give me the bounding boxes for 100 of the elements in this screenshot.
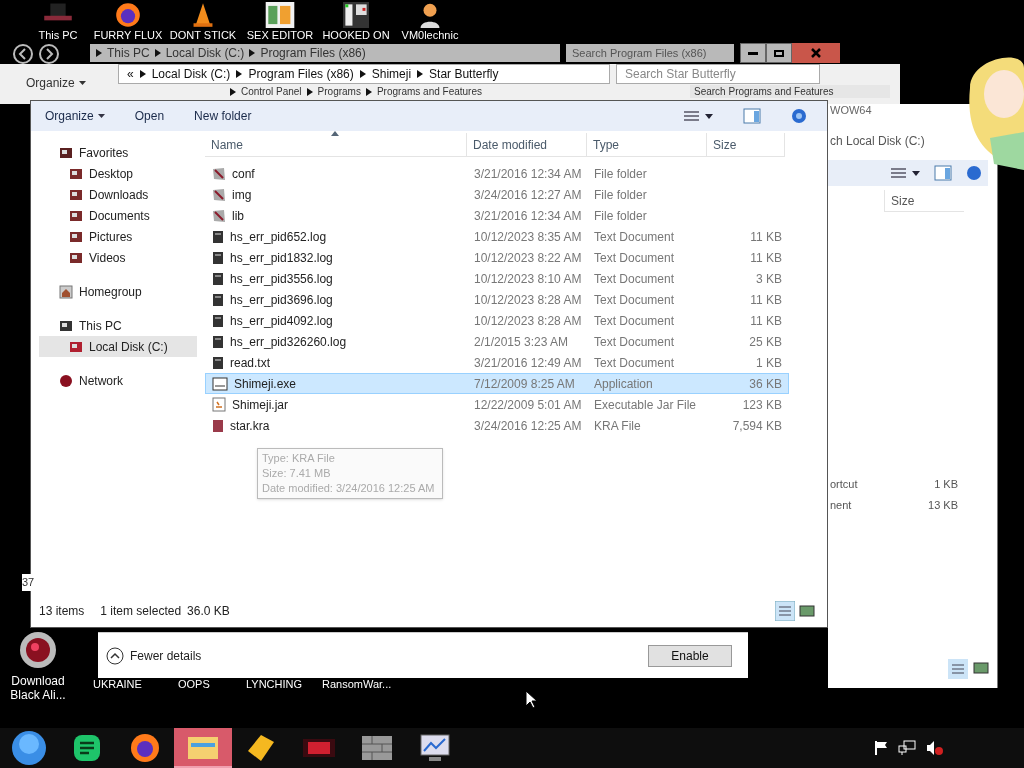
thumbnail-view-icon[interactable] [972,659,990,677]
column-header[interactable]: Name [205,133,467,157]
speaker-muted-icon[interactable] [926,740,944,756]
nav-item[interactable]: Videos [39,247,197,268]
column-header[interactable]: Type [587,133,707,157]
breadcrumb-item[interactable]: Programs and Features [376,86,482,98]
fewer-details-toggle[interactable]: Fewer details [106,646,202,665]
breadcrumb-arrow-icon [236,70,243,78]
breadcrumb-item[interactable]: Star Butterfly [429,65,499,83]
breadcrumb-item[interactable]: Programs [317,86,361,98]
close-icon [811,48,821,58]
document-icon [212,271,224,286]
table-cell-text: 10/12/2023 8:28 AM [473,312,583,330]
file-row[interactable]: hs_err_pid4092.log 10/12/2023 8:28 AM Text Document 11 KB [205,310,789,331]
table-cell-text: 11 KB [749,228,782,246]
file-row[interactable]: hs_err_pid1832.log 10/12/2023 8:22 AM Text Document 11 KB [205,247,789,268]
desktop-icon-label[interactable]: FURRY FLUX [93,29,163,41]
file-row[interactable]: hs_err_pid326260.log 2/1/2015 3:23 AM Text Document 25 KB [205,331,789,352]
folder-icon [69,187,83,202]
nav-item[interactable]: Downloads [39,184,197,205]
help-icon[interactable] [791,108,807,124]
address-bar[interactable]: This PC Local Disk (C:) Program Files (x86) [90,44,560,62]
file-name: read.txt [230,354,271,372]
breadcrumb-item[interactable]: Local Disk (C:) [165,44,245,62]
nav-item[interactable]: Pictures [39,226,197,247]
back-icon[interactable] [12,43,34,65]
forward-icon[interactable] [38,43,60,65]
browser-icon [130,733,160,763]
desktop-icon-label[interactable]: VM0lechnic [401,29,459,41]
desktop-icon-label[interactable]: DONT STICK [169,29,237,41]
search-field[interactable]: Search Program Files (x86) [566,44,734,62]
desktop-icon-label[interactable]: OOPS [178,678,210,690]
desktop-icon-label[interactable]: LYNCHING [246,678,303,690]
breadcrumb-arrow-icon [154,49,161,57]
toolbar-button[interactable]: New folder [194,107,252,125]
help-icon[interactable] [966,165,982,181]
nav-item[interactable]: This PC [39,316,197,336]
column-header[interactable]: Date modified [467,133,587,157]
file-row[interactable]: Shimeji.exe 7/12/2009 8:25 AM Application 36 KB [205,373,789,394]
file-name: img [232,186,252,204]
table-cell-text: KRA File [593,417,642,435]
breadcrumb-item[interactable]: Program Files (x86) [248,65,354,83]
breadcrumb-item[interactable]: Shimeji [371,65,412,83]
enable-button[interactable]: Enable [648,644,732,667]
file-row[interactable]: conf 3/21/2016 12:34 AM File folder [205,163,789,184]
tooltip-line: Type: KRA File [262,451,336,466]
desktop-icon-label[interactable]: This PC [38,29,78,41]
desktop-icon-label[interactable]: SEX EDITOR [246,29,314,41]
sort-arrow-icon [331,131,339,136]
file-row[interactable]: Shimeji.jar 12/22/2009 5:01 AM Executable Jar File 123 KB [205,394,789,415]
desktop-icon-label[interactable]: RansomWar... [322,678,392,690]
breadcrumb-item[interactable]: Control Panel [241,86,302,98]
preview-pane-icon[interactable] [934,165,952,181]
flag-icon[interactable] [874,740,888,756]
nav-item[interactable]: Network [39,371,197,391]
file-row[interactable]: star.kra 3/24/2016 12:25 AM KRA File 7,594 KB [205,415,789,436]
overflow-chevron[interactable]: « [127,65,134,83]
file-row[interactable]: read.txt 3/21/2016 12:49 AM Text Document 1 KB [205,352,789,373]
breadcrumb-arrow-icon [417,70,424,78]
file-row[interactable]: hs_err_pid3696.log 10/12/2023 8:28 AM Text Document 11 KB [205,289,789,310]
thumbnail-view-icon[interactable] [799,603,815,619]
nav-item[interactable]: Favorites [39,143,197,163]
file-row[interactable]: lib 3/21/2016 12:34 AM File folder [205,205,789,226]
search-field[interactable]: ch Local Disk (C:) [830,132,960,150]
desktop-icon-label[interactable]: Download Black Ali... [4,674,72,702]
file-name: Shimeji.exe [234,375,297,393]
organize-menu[interactable]: Organize [26,74,75,92]
toolbar-button[interactable]: Organize [45,107,105,125]
file-row[interactable]: img 3/24/2016 12:27 AM File folder [205,184,789,205]
minimize-button[interactable] [740,43,766,63]
desktop-icon-label[interactable]: UKRAINE [93,678,142,690]
table-cell-text: 12/22/2009 5:01 AM [473,396,583,414]
file-row[interactable]: hs_err_pid3556.log 10/12/2023 8:10 AM Text Document 3 KB [205,268,789,289]
toolbar-button[interactable]: Open [134,107,165,125]
nav-item[interactable]: Homegroup [39,282,197,302]
table-cell-text: 123 KB [741,396,782,414]
table-cell-text: 3/21/2016 12:34 AM [473,207,583,225]
cursor-icon [525,690,537,709]
nav-item[interactable]: Local Disk (C:) [39,336,197,357]
nav-item[interactable]: Desktop [39,163,197,184]
preview-pane-icon[interactable] [743,108,761,124]
breadcrumb-item[interactable]: Local Disk (C:) [151,65,231,83]
table-cell-text: ortcut [830,477,858,492]
network-icon[interactable] [898,740,916,756]
nav-item[interactable]: Documents [39,205,197,226]
maximize-button[interactable] [766,43,792,63]
search-field[interactable]: Search Star Butterfly [616,64,820,84]
address-bar[interactable]: « Local Disk (C:) Program Files (x86) Shimeji Star Butterfly [118,64,610,84]
breadcrumb-item[interactable]: Program Files (x86) [260,44,366,62]
file-row[interactable]: hs_err_pid652.log 10/12/2023 8:35 AM Text Document 11 KB [205,226,789,247]
view-options-icon[interactable] [890,167,920,179]
tooltip-line: Size: 7.41 MB [262,466,332,481]
column-header[interactable]: Size [707,133,785,157]
column-header[interactable]: Size [884,190,964,212]
view-options-icon[interactable] [683,110,713,122]
breadcrumb-item[interactable]: This PC [107,44,150,62]
table-cell-text: 3/24/2016 12:27 AM [473,186,583,204]
close-button[interactable] [792,43,840,63]
desktop-icon-label[interactable]: HOOKED ON [322,29,390,41]
search-field[interactable]: Search Programs and Features [690,85,890,98]
